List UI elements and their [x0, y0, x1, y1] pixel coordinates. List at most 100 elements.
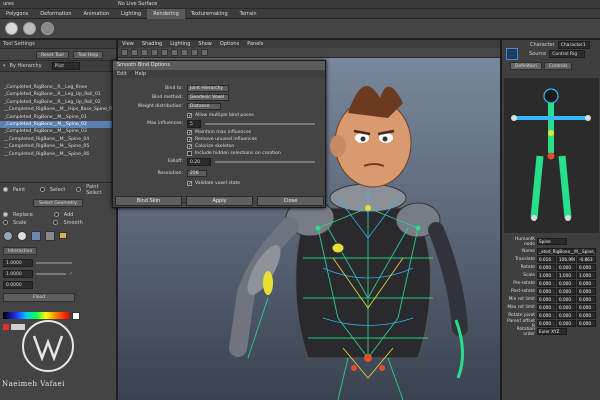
scale-radio[interactable] — [3, 220, 8, 226]
attr-field[interactable]: 1.000 — [557, 272, 576, 279]
camera-icon[interactable] — [121, 49, 128, 56]
brush-custom-icon[interactable] — [45, 230, 55, 241]
outliner-item[interactable]: _Completed_RigBone__R__Leg_Knee — [0, 84, 116, 91]
brush-square-icon[interactable] — [31, 230, 41, 241]
checkbox-icon[interactable] — [187, 151, 192, 156]
max-influences-field[interactable]: 5 — [187, 120, 201, 128]
tool-help-button[interactable]: Tool Help — [72, 50, 104, 59]
add-radio[interactable] — [53, 212, 59, 218]
humanik-node-field[interactable]: Spine — [537, 238, 567, 245]
outliner-plist-field[interactable]: Plist — [51, 62, 80, 70]
attr-field[interactable]: _eted_RigBone__M__Spine_01 — [537, 248, 596, 255]
dialog-menu-help[interactable]: Help — [131, 70, 150, 78]
attr-field[interactable]: 0.000 — [537, 288, 556, 295]
allow-multiple-checkbox[interactable]: ✓ Allow multiple bind poses — [187, 113, 254, 119]
value-field-1[interactable]: 1.0000 — [3, 258, 33, 267]
attr-field[interactable]: -0.863 — [577, 256, 596, 263]
apply-button[interactable]: Apply — [186, 196, 253, 206]
textured-icon[interactable] — [161, 49, 168, 56]
replace-radio[interactable] — [3, 212, 8, 218]
checkbox-icon[interactable]: ✓ — [187, 144, 192, 150]
menu-animation[interactable]: Animation — [78, 9, 116, 19]
dialog-title[interactable]: Smooth Bind Options — [113, 61, 325, 70]
outliner-filter-icon[interactable]: ▾ — [3, 63, 6, 69]
check-icon[interactable]: ✓ — [69, 271, 73, 277]
xray-icon[interactable] — [191, 49, 198, 56]
bind-skin-button[interactable]: Bind Skin — [115, 196, 182, 206]
grid-icon[interactable] — [131, 49, 138, 56]
paint-radio[interactable] — [3, 187, 8, 193]
lights-icon[interactable] — [171, 49, 178, 56]
select-radio[interactable] — [40, 187, 45, 193]
shadows-icon[interactable] — [181, 49, 188, 56]
remove-unused-checkbox[interactable]: ✓ Remove unused influences — [187, 137, 257, 143]
attr-field[interactable]: 0.000 — [577, 320, 596, 327]
attr-field[interactable]: 0.000 — [577, 296, 596, 303]
flood-button[interactable]: Flood — [3, 292, 75, 302]
max-influences-slider[interactable] — [205, 123, 315, 125]
outliner-item[interactable]: _Completed_RigBone__R__Leg_Up_Roll_02 — [0, 99, 116, 106]
attr-field[interactable]: 0.000 — [577, 288, 596, 295]
attr-field[interactable]: 0.000 — [557, 296, 576, 303]
bind-to-dropdown[interactable]: Joint Hierarchy — [187, 85, 229, 92]
attr-field[interactable]: 0.000 — [537, 304, 556, 311]
attr-field[interactable]: 0.000 — [557, 312, 576, 319]
attr-field[interactable]: 0.000 — [537, 320, 556, 327]
value-field-2[interactable]: 1.0000 — [3, 269, 33, 278]
select-geometry-button[interactable]: Select Geometry — [33, 198, 83, 207]
attr-field[interactable]: 0.000 — [537, 264, 556, 271]
attr-field[interactable]: 0.000 — [557, 280, 576, 287]
menu-terrain[interactable]: Terrain — [234, 9, 263, 19]
wireframe-icon[interactable] — [141, 49, 148, 56]
viewport-menu-shading[interactable]: Shading — [138, 40, 166, 48]
dialog-menu-edit[interactable]: Edit — [113, 70, 131, 78]
attr-field[interactable]: 1.000 — [577, 272, 596, 279]
weight-distribution-dropdown[interactable]: Distance — [187, 103, 221, 110]
sphere-icon[interactable] — [5, 22, 18, 35]
attr-field[interactable]: 0.000 — [557, 304, 576, 311]
shaded-icon[interactable] — [151, 49, 158, 56]
tab-definition[interactable]: Definition — [510, 62, 542, 70]
outliner-item[interactable]: __Completed_RigBone__M__Hips_Base_Spine_… — [0, 106, 116, 113]
brush-solid-icon[interactable] — [17, 230, 27, 241]
outliner-item[interactable]: _Completed_RigBone__R__Leg_Up_Roll_01 — [0, 91, 116, 98]
attr-field[interactable]: 106.999 — [557, 256, 576, 263]
interactive-dropdown[interactable]: Interactive — [3, 246, 37, 255]
outliner-item-selected[interactable]: _Completed_RigBone__M__Spine_02 — [0, 120, 116, 129]
attr-field[interactable]: 0.016 — [537, 256, 556, 263]
attr-field[interactable]: 0.000 — [557, 264, 576, 271]
bind-method-dropdown[interactable]: Geodesic Voxel — [187, 94, 229, 101]
falloff-slider[interactable] — [215, 161, 315, 163]
viewport-menu-panels[interactable]: Panels — [243, 40, 267, 48]
render-icon[interactable] — [23, 22, 36, 35]
menu-deformation[interactable]: Deformation — [34, 9, 77, 19]
smooth-bind-options-dialog[interactable]: Smooth Bind Options Edit Help Bind to: J… — [112, 60, 326, 208]
attr-field[interactable]: 0.000 — [537, 296, 556, 303]
checkbox-icon[interactable]: ✓ — [187, 181, 192, 187]
viewport-menu-lighting[interactable]: Lighting — [166, 40, 194, 48]
close-button[interactable]: Close — [257, 196, 324, 206]
humanik-figure[interactable] — [504, 78, 599, 233]
outliner-item[interactable]: _Completed_RigBone__M__Spine_01 — [0, 114, 116, 121]
menu-texturemaking[interactable]: Texturemaking — [185, 9, 234, 19]
red-swatch[interactable] — [3, 323, 9, 330]
outliner-item[interactable]: _Completed_RigBone__M__Spine_03 — [0, 128, 116, 135]
maintain-max-checkbox[interactable]: ✓ Maintain max influences — [187, 130, 251, 136]
attr-field[interactable]: 0.000 — [577, 280, 596, 287]
menu-polygons[interactable]: Polygons — [0, 9, 34, 19]
outliner-item[interactable]: __Completed_RigBone__M__Spine_06 — [0, 151, 116, 158]
character-dropdown[interactable]: Character1 — [557, 40, 590, 49]
include-hidden-checkbox[interactable]: Include hidden selections on creation — [187, 151, 281, 156]
checkbox-icon[interactable]: ✓ — [187, 130, 192, 136]
viewport-menu-view[interactable]: View — [118, 40, 138, 48]
source-dropdown[interactable]: Control Rig — [549, 49, 586, 58]
attr-field[interactable]: 0.000 — [577, 304, 596, 311]
folder-icon[interactable] — [59, 232, 67, 240]
checkbox-icon[interactable]: ✓ — [187, 113, 192, 119]
isolate-icon[interactable] — [201, 49, 208, 56]
outliner-item[interactable]: __Completed_RigBone__M__Spine_05 — [0, 143, 116, 150]
falloff-field[interactable]: 0.20 — [187, 158, 211, 166]
colorize-checkbox[interactable]: ✓ Colorize skeleton — [187, 144, 234, 150]
paint-select-radio[interactable] — [76, 187, 82, 193]
attr-field[interactable]: 1.000 — [537, 272, 556, 279]
